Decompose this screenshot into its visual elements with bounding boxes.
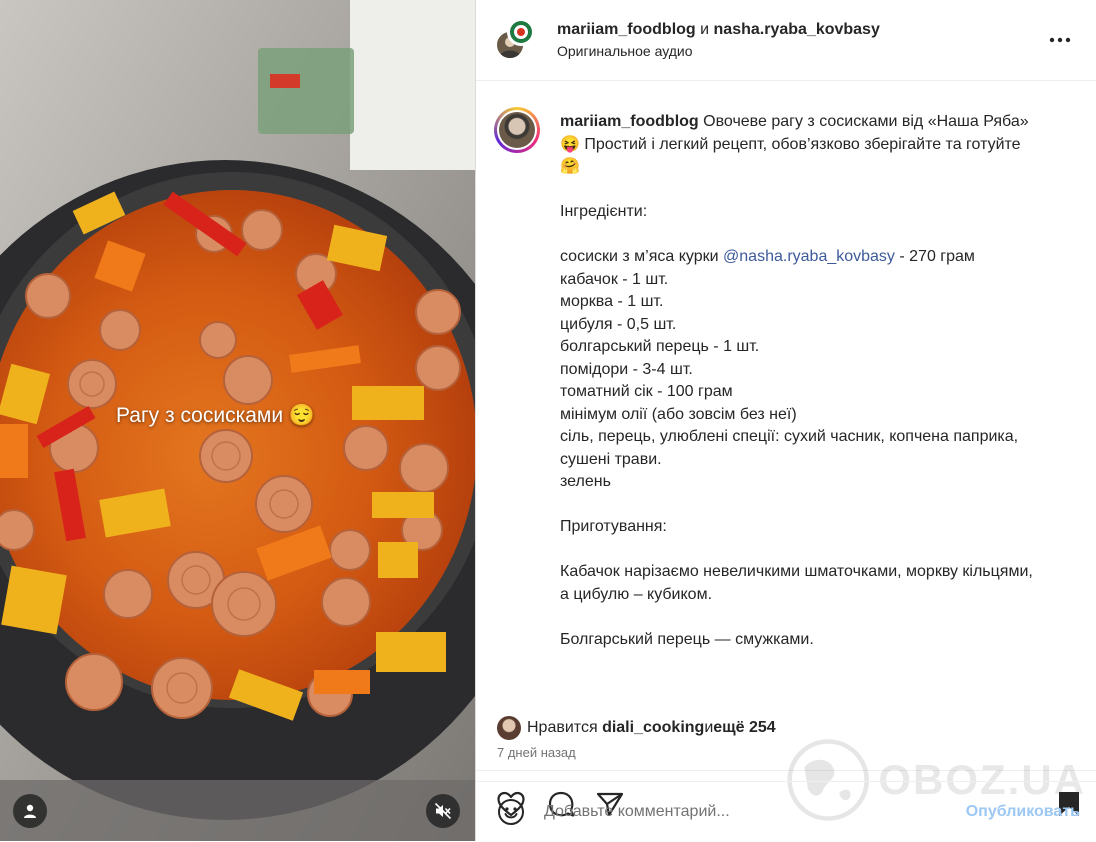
comment-input[interactable] [542, 802, 966, 822]
post-details-panel: mariiam_foodblog и nasha.ryaba_kovbasy О… [475, 0, 1096, 841]
emoji-picker-button[interactable] [496, 797, 526, 827]
brand-mention-link[interactable]: @nasha.ryaba_kovbasy [723, 248, 895, 265]
ingredient-item: сушені трави. [560, 450, 662, 468]
likes-summary[interactable]: Нравится diali_cooking и ещё 254 [497, 716, 776, 740]
collab-username-link[interactable]: nasha.ryaba_kovbasy [714, 21, 880, 38]
ingredient-item: болгарський перець - 1 шт. [560, 338, 760, 355]
ingredient-item: зелень [560, 473, 611, 490]
video-overlay-caption: Рагу з сосисками 😌 [116, 404, 316, 427]
user-tag-button[interactable] [13, 794, 47, 828]
more-dots-icon [1049, 37, 1071, 43]
ingredients-heading: Інгредієнти: [560, 203, 648, 220]
author-username-link[interactable]: mariiam_foodblog [557, 21, 696, 38]
ingredient-sausage-amount: - 270 грам [894, 248, 975, 265]
instagram-post-view: Рагу з сосисками 😌 mariiam_foodblog и na… [0, 0, 1096, 841]
collab-avatars[interactable] [495, 18, 539, 62]
liker-avatar[interactable] [497, 716, 521, 740]
likes-prefix: Нравится [527, 719, 598, 736]
ingredient-item: томатний сік - 100 грам [560, 383, 733, 400]
caption-username-link[interactable]: mariiam_foodblog [560, 113, 699, 130]
caption-author-avatar[interactable] [494, 107, 540, 153]
post-media[interactable]: Рагу з сосисками 😌 [0, 0, 475, 841]
publish-comment-button[interactable]: Опубликовать [966, 803, 1080, 821]
likes-conjunction: и [704, 719, 714, 736]
method-step: а цибулю – кубиком. [560, 585, 713, 603]
more-options-button[interactable] [1046, 26, 1074, 54]
audio-link[interactable]: Оригинальное аудио [557, 43, 880, 59]
comment-bar: Опубликовать [476, 781, 1096, 842]
caption-line-2: 😝 Простий і легкий рецепт, обов’язково з… [560, 135, 1021, 153]
post-header: mariiam_foodblog и nasha.ryaba_kovbasy О… [476, 0, 1096, 81]
muted-speaker-icon [434, 802, 452, 820]
ingredient-item: цибуля - 0,5 шт. [560, 315, 677, 333]
post-caption: mariiam_foodblog Овочеве рагу з сосискам… [560, 111, 1080, 651]
ingredient-item: морква - 1 шт. [560, 293, 664, 310]
authors-conjunction: и [700, 21, 710, 38]
post-authors: mariiam_foodblog и nasha.ryaba_kovbasy [557, 21, 880, 39]
method-step: Кабачок нарізаємо невеличкими шматочками… [560, 563, 1033, 580]
method-heading: Приготування: [560, 518, 667, 535]
ingredient-sausage: сосиски з м’яса курки [560, 248, 724, 265]
ingredient-item: помідори - 3-4 шт. [560, 360, 693, 378]
method-step: Болгарський перець — смужками. [560, 630, 814, 648]
brand-avatar[interactable] [507, 18, 535, 46]
ingredient-item: сіль, перець, улюблені спеції: сухий час… [560, 428, 1019, 445]
likes-count-link[interactable]: ещё 254 [713, 719, 775, 737]
ingredient-item: мінімум олії (або зовсім без неї) [560, 405, 797, 423]
ingredient-item: кабачок - 1 шт. [560, 270, 669, 288]
caption-line-3: 🤗 [560, 158, 580, 175]
mute-toggle-button[interactable] [426, 794, 460, 828]
smiley-icon [498, 799, 524, 825]
post-timestamp[interactable]: 7 дней назад [497, 745, 576, 760]
liker-username-link[interactable]: diali_cooking [602, 719, 704, 737]
caption-scroll-area[interactable]: mariiam_foodblog Овочеве рагу з сосискам… [476, 81, 1096, 771]
user-tag-icon [24, 804, 36, 818]
caption-title: Овочеве рагу з сосисками від «Наша Ряба» [698, 113, 1029, 130]
